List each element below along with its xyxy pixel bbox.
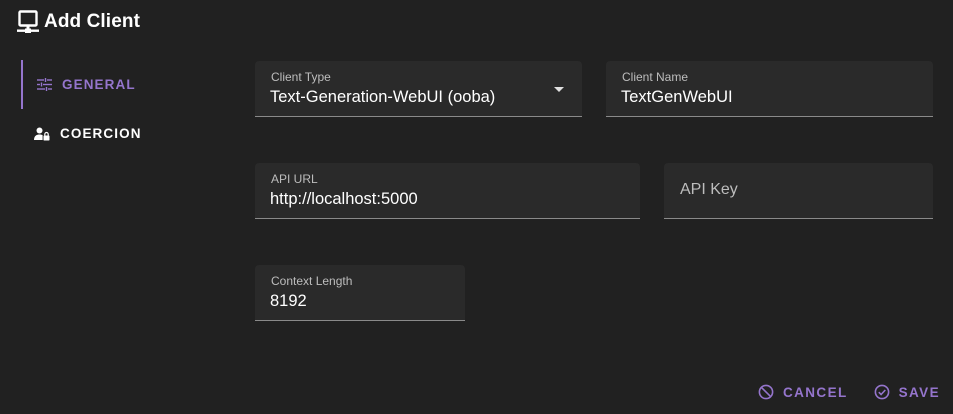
client-type-value: Text-Generation-WebUI (ooba) bbox=[270, 88, 496, 106]
dialog-title: Add Client bbox=[44, 11, 140, 32]
context-length-label: Context Length bbox=[271, 274, 353, 288]
save-button-label: SAVE bbox=[898, 384, 940, 400]
cancel-icon bbox=[758, 384, 774, 400]
context-length-field[interactable]: Context Length 8192 bbox=[255, 265, 465, 321]
client-name-label: Client Name bbox=[622, 70, 689, 84]
api-url-field[interactable]: API URL http://localhost:5000 bbox=[255, 163, 640, 219]
api-key-field[interactable]: API Key bbox=[664, 163, 933, 219]
save-button[interactable]: SAVE bbox=[874, 384, 940, 400]
client-name-value[interactable]: TextGenWebUI bbox=[621, 88, 733, 107]
dialog-actions: CANCEL SAVE bbox=[758, 384, 940, 400]
api-url-label: API URL bbox=[271, 172, 318, 186]
tab-coercion[interactable]: COERCION bbox=[21, 109, 221, 158]
client-type-select[interactable]: Client Type Text-Generation-WebUI (ooba) bbox=[255, 61, 582, 117]
tab-coercion-label: COERCION bbox=[60, 126, 142, 141]
tab-general[interactable]: GENERAL bbox=[21, 60, 221, 109]
check-circle-icon bbox=[874, 384, 890, 400]
client-name-field[interactable]: Client Name TextGenWebUI bbox=[606, 61, 933, 117]
cancel-button-label: CANCEL bbox=[782, 384, 848, 400]
api-url-value[interactable]: http://localhost:5000 bbox=[270, 190, 418, 209]
tab-general-label: GENERAL bbox=[62, 77, 136, 92]
client-type-label: Client Type bbox=[271, 70, 331, 84]
settings-tabs: GENERAL COERCION bbox=[21, 60, 221, 158]
cancel-button[interactable]: CANCEL bbox=[758, 384, 848, 400]
dialog-title-bar: Add Client bbox=[16, 8, 140, 36]
chevron-down-icon[interactable] bbox=[554, 87, 564, 92]
api-key-label: API Key bbox=[680, 181, 738, 198]
tune-icon bbox=[36, 77, 52, 93]
desktop-network-icon bbox=[16, 8, 40, 36]
account-lock-icon bbox=[34, 126, 50, 142]
context-length-value[interactable]: 8192 bbox=[270, 292, 307, 311]
